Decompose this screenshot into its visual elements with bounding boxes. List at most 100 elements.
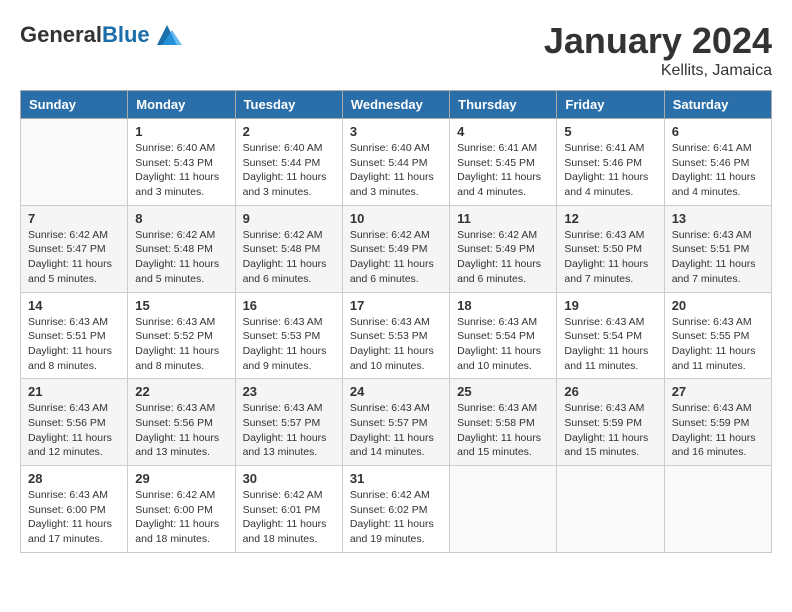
day-number: 23 — [243, 384, 335, 399]
calendar-cell: 23 Sunrise: 6:43 AMSunset: 5:57 PMDayligh… — [235, 379, 342, 466]
calendar-cell: 8 Sunrise: 6:42 AMSunset: 5:48 PMDaylight… — [128, 205, 235, 292]
calendar-week-4: 28 Sunrise: 6:43 AMSunset: 6:00 PMDayligh… — [21, 466, 772, 553]
day-number: 10 — [350, 211, 442, 226]
day-number: 3 — [350, 124, 442, 139]
logo: GeneralBlue — [20, 20, 182, 50]
title-section: January 2024 Kellits, Jamaica — [544, 20, 772, 80]
day-info: Sunrise: 6:43 AMSunset: 5:58 PMDaylight:… — [457, 401, 549, 460]
day-info: Sunrise: 6:43 AMSunset: 5:55 PMDaylight:… — [672, 315, 764, 374]
calendar-table: SundayMondayTuesdayWednesdayThursdayFrid… — [20, 90, 772, 553]
day-number: 12 — [564, 211, 656, 226]
day-info: Sunrise: 6:43 AMSunset: 5:54 PMDaylight:… — [564, 315, 656, 374]
day-number: 30 — [243, 471, 335, 486]
calendar-cell: 26 Sunrise: 6:43 AMSunset: 5:59 PMDayligh… — [557, 379, 664, 466]
header-cell-friday: Friday — [557, 91, 664, 119]
day-number: 14 — [28, 298, 120, 313]
day-info: Sunrise: 6:43 AMSunset: 5:57 PMDaylight:… — [350, 401, 442, 460]
calendar-cell: 4Sunrise: 6:41 AMSunset: 5:45 PMDaylight… — [450, 119, 557, 206]
day-number: 8 — [135, 211, 227, 226]
day-number: 22 — [135, 384, 227, 399]
day-info: Sunrise: 6:43 AMSunset: 5:56 PMDaylight:… — [28, 401, 120, 460]
day-number: 5 — [564, 124, 656, 139]
page-header: GeneralBlue January 2024 Kellits, Jamaic… — [20, 20, 772, 80]
day-number: 13 — [672, 211, 764, 226]
day-number: 9 — [243, 211, 335, 226]
header-cell-monday: Monday — [128, 91, 235, 119]
calendar-cell: 22 Sunrise: 6:43 AMSunset: 5:56 PMDayligh… — [128, 379, 235, 466]
day-number: 7 — [28, 211, 120, 226]
calendar-cell: 21 Sunrise: 6:43 AMSunset: 5:56 PMDayligh… — [21, 379, 128, 466]
day-number: 19 — [564, 298, 656, 313]
calendar-cell: 31 Sunrise: 6:42 AMSunset: 6:02 PMDayligh… — [342, 466, 449, 553]
calendar-body: 1Sunrise: 6:40 AMSunset: 5:43 PMDaylight… — [21, 119, 772, 553]
calendar-cell: 6 Sunrise: 6:41 AMSunset: 5:46 PMDaylight… — [664, 119, 771, 206]
calendar-week-0: 1Sunrise: 6:40 AMSunset: 5:43 PMDaylight… — [21, 119, 772, 206]
calendar-cell: 2Sunrise: 6:40 AMSunset: 5:44 PMDaylight… — [235, 119, 342, 206]
day-info: Sunrise: 6:43 AMSunset: 5:56 PMDaylight:… — [135, 401, 227, 460]
calendar-cell — [450, 466, 557, 553]
header-cell-saturday: Saturday — [664, 91, 771, 119]
calendar-cell: 14 Sunrise: 6:43 AMSunset: 5:51 PMDayligh… — [21, 292, 128, 379]
logo-blue: Blue — [102, 22, 150, 47]
calendar-week-1: 7Sunrise: 6:42 AMSunset: 5:47 PMDaylight… — [21, 205, 772, 292]
day-info: Sunrise: 6:43 AMSunset: 6:00 PMDaylight:… — [28, 488, 120, 547]
day-number: 17 — [350, 298, 442, 313]
day-info: Sunrise: 6:40 AMSunset: 5:44 PMDaylight:… — [350, 141, 442, 200]
calendar-cell: 9 Sunrise: 6:42 AMSunset: 5:48 PMDaylight… — [235, 205, 342, 292]
day-info: Sunrise: 6:43 AMSunset: 5:53 PMDaylight:… — [350, 315, 442, 374]
day-number: 18 — [457, 298, 549, 313]
day-info: Sunrise: 6:43 AMSunset: 5:59 PMDaylight:… — [672, 401, 764, 460]
day-info: Sunrise: 6:43 AMSunset: 5:59 PMDaylight:… — [564, 401, 656, 460]
calendar-cell: 29 Sunrise: 6:42 AMSunset: 6:00 PMDayligh… — [128, 466, 235, 553]
calendar-cell — [664, 466, 771, 553]
day-number: 31 — [350, 471, 442, 486]
month-title: January 2024 — [544, 20, 772, 62]
calendar-cell: 3 Sunrise: 6:40 AMSunset: 5:44 PMDaylight… — [342, 119, 449, 206]
calendar-cell: 28 Sunrise: 6:43 AMSunset: 6:00 PMDayligh… — [21, 466, 128, 553]
calendar-cell: 20 Sunrise: 6:43 AMSunset: 5:55 PMDayligh… — [664, 292, 771, 379]
calendar-cell: 17 Sunrise: 6:43 AMSunset: 5:53 PMDayligh… — [342, 292, 449, 379]
day-info: Sunrise: 6:43 AMSunset: 5:54 PMDaylight:… — [457, 315, 549, 374]
calendar-header: SundayMondayTuesdayWednesdayThursdayFrid… — [21, 91, 772, 119]
day-info: Sunrise: 6:41 AMSunset: 5:46 PMDaylight:… — [672, 141, 764, 200]
calendar-week-2: 14 Sunrise: 6:43 AMSunset: 5:51 PMDayligh… — [21, 292, 772, 379]
day-number: 15 — [135, 298, 227, 313]
day-info: Sunrise: 6:41 AMSunset: 5:46 PMDaylight:… — [564, 141, 656, 200]
calendar-cell: 30Sunrise: 6:42 AMSunset: 6:01 PMDayligh… — [235, 466, 342, 553]
day-number: 28 — [28, 471, 120, 486]
calendar-cell: 16Sunrise: 6:43 AMSunset: 5:53 PMDayligh… — [235, 292, 342, 379]
day-info: Sunrise: 6:42 AMSunset: 5:48 PMDaylight:… — [243, 228, 335, 287]
day-info: Sunrise: 6:43 AMSunset: 5:52 PMDaylight:… — [135, 315, 227, 374]
day-info: Sunrise: 6:42 AMSunset: 5:48 PMDaylight:… — [135, 228, 227, 287]
day-number: 6 — [672, 124, 764, 139]
header-row: SundayMondayTuesdayWednesdayThursdayFrid… — [21, 91, 772, 119]
day-number: 25 — [457, 384, 549, 399]
logo-icon — [152, 20, 182, 50]
day-info: Sunrise: 6:43 AMSunset: 5:50 PMDaylight:… — [564, 228, 656, 287]
calendar-cell: 15 Sunrise: 6:43 AMSunset: 5:52 PMDayligh… — [128, 292, 235, 379]
header-cell-wednesday: Wednesday — [342, 91, 449, 119]
calendar-cell: 13Sunrise: 6:43 AMSunset: 5:51 PMDayligh… — [664, 205, 771, 292]
calendar-cell: 18 Sunrise: 6:43 AMSunset: 5:54 PMDayligh… — [450, 292, 557, 379]
day-info: Sunrise: 6:42 AMSunset: 6:02 PMDaylight:… — [350, 488, 442, 547]
day-number: 20 — [672, 298, 764, 313]
day-info: Sunrise: 6:43 AMSunset: 5:53 PMDaylight:… — [243, 315, 335, 374]
day-number: 26 — [564, 384, 656, 399]
day-info: Sunrise: 6:41 AMSunset: 5:45 PMDaylight:… — [457, 141, 549, 200]
day-number: 21 — [28, 384, 120, 399]
day-number: 24 — [350, 384, 442, 399]
day-number: 29 — [135, 471, 227, 486]
calendar-cell: 27 Sunrise: 6:43 AMSunset: 5:59 PMDayligh… — [664, 379, 771, 466]
header-cell-thursday: Thursday — [450, 91, 557, 119]
day-info: Sunrise: 6:43 AMSunset: 5:57 PMDaylight:… — [243, 401, 335, 460]
day-number: 27 — [672, 384, 764, 399]
day-info: Sunrise: 6:43 AMSunset: 5:51 PMDaylight:… — [28, 315, 120, 374]
logo-general: General — [20, 22, 102, 47]
calendar-cell: 11Sunrise: 6:42 AMSunset: 5:49 PMDayligh… — [450, 205, 557, 292]
day-number: 11 — [457, 211, 549, 226]
day-info: Sunrise: 6:42 AMSunset: 6:00 PMDaylight:… — [135, 488, 227, 547]
calendar-cell: 12 Sunrise: 6:43 AMSunset: 5:50 PMDayligh… — [557, 205, 664, 292]
calendar-cell: 19 Sunrise: 6:43 AMSunset: 5:54 PMDayligh… — [557, 292, 664, 379]
calendar-cell — [21, 119, 128, 206]
calendar-week-3: 21 Sunrise: 6:43 AMSunset: 5:56 PMDayligh… — [21, 379, 772, 466]
